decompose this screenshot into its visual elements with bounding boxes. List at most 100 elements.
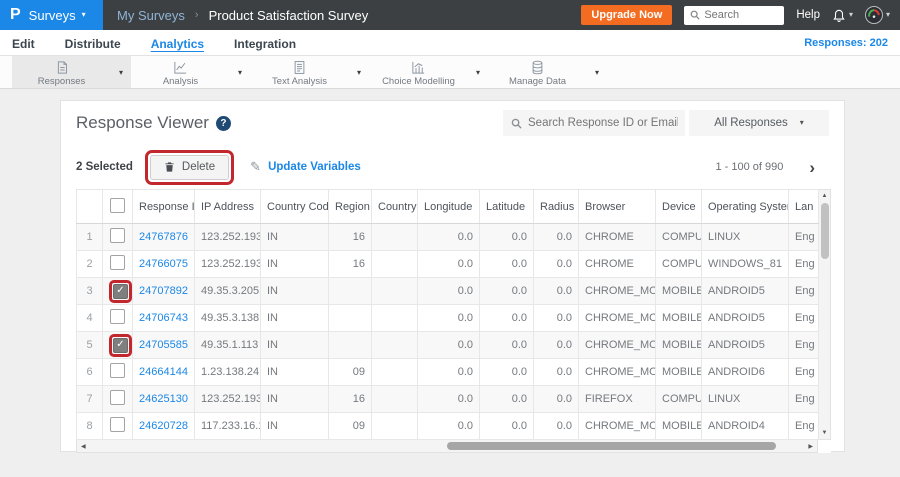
tab-distribute[interactable]: Distribute	[65, 33, 121, 53]
toolbar-item-choice-modelling[interactable]: Choice Modelling ▾	[369, 56, 488, 88]
chevron-down-icon[interactable]: ▾	[349, 68, 369, 77]
cell-language: Eng	[788, 412, 819, 440]
survey-title: Product Satisfaction Survey	[208, 7, 369, 23]
chevron-down-icon[interactable]: ▾	[468, 68, 488, 77]
row-checkbox[interactable]	[110, 309, 125, 324]
cell-latitude: 0.0	[479, 358, 534, 386]
column-header-longitude[interactable]: Longitude	[417, 189, 480, 224]
cell-ip: 1.23.138.24	[194, 358, 261, 386]
column-header-latitude[interactable]: Latitude	[479, 189, 534, 224]
table-row: 8 24620728117.233.16.177IN090.00.00.0CHR…	[76, 412, 819, 440]
response-id-link[interactable]: 24766075	[139, 258, 188, 270]
scroll-left-icon[interactable]: ◀	[81, 440, 86, 452]
cell-radius: 0.0	[533, 277, 579, 305]
column-header-operating-system[interactable]: Operating System	[701, 189, 789, 224]
cell-device: MOBILE	[655, 412, 702, 440]
toolbar-item-responses[interactable]: Responses ▾	[12, 56, 131, 88]
cell-latitude: 0.0	[479, 331, 534, 359]
notifications-button[interactable]: ▾	[832, 8, 853, 22]
response-id-link[interactable]: 24664144	[139, 366, 188, 378]
response-search-box[interactable]	[503, 110, 685, 136]
chevron-down-icon[interactable]: ▾	[111, 68, 131, 77]
row-number: 4	[76, 304, 103, 332]
response-id-link[interactable]: 24767876	[139, 231, 188, 243]
column-header-lan[interactable]: Lan	[788, 189, 819, 224]
cell-language: Eng	[788, 304, 819, 332]
row-checkbox[interactable]	[110, 417, 125, 432]
toolbar-item-manage-data[interactable]: Manage Data ▾	[488, 56, 607, 88]
row-checkbox[interactable]	[110, 228, 125, 243]
scroll-down-icon[interactable]: ▼	[819, 430, 830, 436]
table-row: 1 24767876123.252.193.148IN160.00.00.0CH…	[76, 223, 819, 251]
response-id-link[interactable]: 24620728	[139, 420, 188, 432]
cell-region: 09	[328, 358, 372, 386]
response-filter-dropdown[interactable]: All Responses ▾	[689, 110, 829, 136]
cell-country-code: IN	[260, 412, 329, 440]
next-page-button[interactable]: ›	[809, 159, 815, 176]
cell-browser: CHROME_MOBILE	[578, 277, 656, 305]
column-header-response-id[interactable]: Response ID ▲	[132, 189, 195, 224]
logo-block[interactable]: P Surveys ▾	[0, 0, 103, 30]
response-filter-value: All Responses	[714, 117, 788, 129]
column-header-radius[interactable]: Radius	[533, 189, 579, 224]
response-id-link[interactable]: 24625130	[139, 393, 188, 405]
update-variables-button[interactable]: ✎ Update Variables	[250, 159, 361, 175]
checkbox-cell: ✓	[102, 277, 133, 305]
chevron-down-icon[interactable]: ▾	[587, 68, 607, 77]
column-header-ip-address[interactable]: IP Address	[194, 189, 261, 224]
row-checkbox[interactable]: ✓	[113, 283, 128, 299]
column-header-region[interactable]: Region	[328, 189, 372, 224]
scroll-right-icon[interactable]: ▶	[808, 440, 813, 452]
table-header-row: Response ID ▲IP AddressCountry CodeRegio…	[76, 189, 819, 224]
cell-device: MOBILE	[655, 331, 702, 359]
row-checkbox[interactable]: ✓	[113, 337, 128, 353]
row-checkbox[interactable]	[110, 255, 125, 270]
response-id-link[interactable]: 24706743	[139, 312, 188, 324]
response-id-link[interactable]: 24707892	[139, 285, 188, 297]
row-number: 1	[76, 223, 103, 251]
column-header-country-code[interactable]: Country Code	[260, 189, 329, 224]
checkbox-cell	[102, 385, 133, 413]
cell-os: ANDROID5	[701, 331, 789, 359]
response-search-input[interactable]	[528, 117, 678, 129]
help-link[interactable]: Help	[796, 9, 820, 21]
cell-response-id: 24620728	[132, 412, 195, 440]
surveys-menu[interactable]: Surveys ▾	[29, 8, 86, 23]
scroll-up-icon[interactable]: ▲	[819, 193, 830, 199]
cell-radius: 0.0	[533, 331, 579, 359]
vertical-scroll-thumb[interactable]	[821, 203, 829, 259]
upgrade-now-button[interactable]: Upgrade Now	[581, 5, 673, 25]
help-icon[interactable]: ?	[215, 115, 231, 131]
tab-integration[interactable]: Integration	[234, 33, 296, 53]
toolbar-item-text-analysis[interactable]: Text Analysis ▾	[250, 56, 369, 88]
row-checkbox[interactable]	[110, 390, 125, 405]
cell-device: COMPUTER	[655, 385, 702, 413]
cell-latitude: 0.0	[479, 223, 534, 251]
column-header-device[interactable]: Device	[655, 189, 702, 224]
column-header-browser[interactable]: Browser	[578, 189, 656, 224]
table-row: 3 ✓ 24707892 49.35.3.205 IN 0.0 0.0 0.0 CHROME_…	[76, 277, 819, 305]
cell-country-code: IN	[260, 358, 329, 386]
tab-analytics[interactable]: Analytics	[151, 33, 204, 53]
global-search-input[interactable]	[704, 9, 775, 21]
table-row: 6 24664144 1.23.138.24 IN 09 0.0 0.0 0.0 CHROME…	[76, 358, 819, 386]
cell-browser: CHROME_MOBILE	[578, 304, 656, 332]
vertical-scrollbar[interactable]: ▲ ▼	[819, 189, 831, 440]
delete-button[interactable]: Delete	[149, 154, 230, 180]
chevron-down-icon[interactable]: ▾	[230, 68, 250, 77]
response-id-link[interactable]: 24705585	[139, 339, 188, 351]
select-all-checkbox[interactable]	[110, 197, 125, 213]
horizontal-scrollbar[interactable]: ◀ ▶	[76, 440, 818, 453]
horizontal-scroll-thumb[interactable]	[447, 442, 777, 450]
tab-edit[interactable]: Edit	[12, 33, 35, 53]
trash-icon	[165, 162, 174, 172]
toolbar-item-analysis[interactable]: Analysis ▾	[131, 56, 250, 88]
cell-longitude: 0.0	[417, 385, 480, 413]
row-checkbox[interactable]	[110, 363, 125, 378]
column-header-country[interactable]: Country	[371, 189, 418, 224]
cell-country	[371, 304, 418, 332]
account-menu[interactable]: ▾	[864, 6, 890, 24]
global-search-box[interactable]	[684, 5, 785, 25]
breadcrumb-my-surveys[interactable]: My Surveys	[117, 8, 185, 23]
cell-country	[371, 385, 418, 413]
